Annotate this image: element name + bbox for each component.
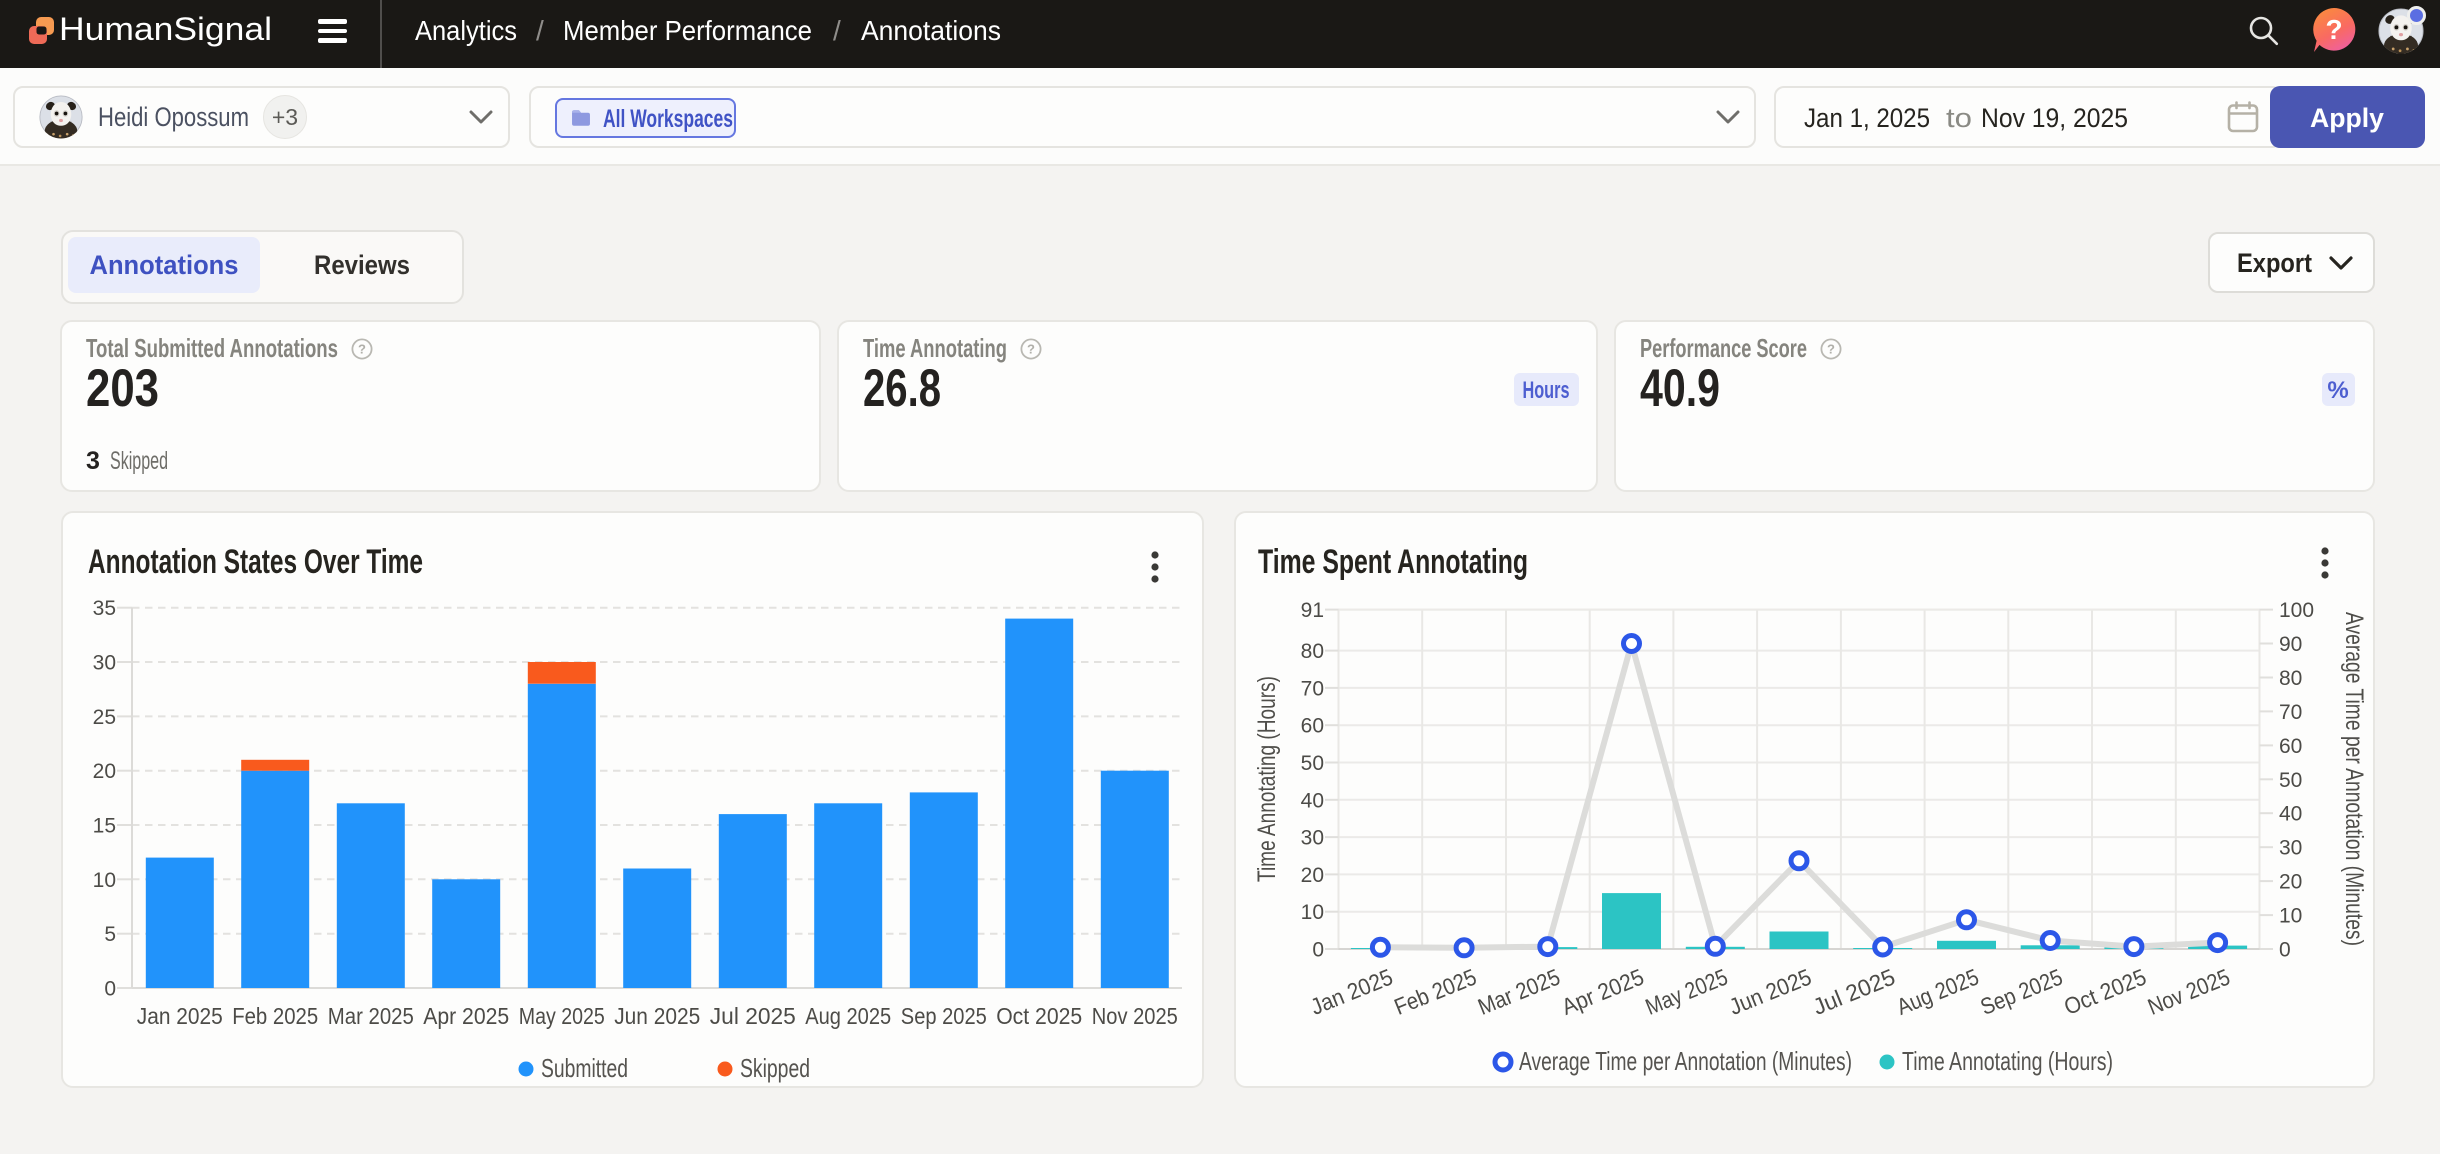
svg-text:All Workspaces: All Workspaces — [603, 105, 733, 133]
svg-text:Hours: Hours — [1523, 377, 1570, 404]
svg-text:Heidi Opossum: Heidi Opossum — [98, 102, 249, 132]
svg-text:HumanSignal: HumanSignal — [59, 11, 272, 47]
svg-text:Member Performance: Member Performance — [563, 15, 812, 46]
svg-text:+3: +3 — [272, 104, 298, 130]
svg-text:Export: Export — [2237, 248, 2312, 278]
svg-text:203: 203 — [86, 359, 159, 418]
svg-text:to: to — [1946, 103, 1972, 133]
svg-text:/: / — [833, 15, 841, 46]
svg-text:Annotations: Annotations — [90, 250, 239, 280]
svg-text:Reviews: Reviews — [314, 250, 410, 280]
svg-text:40.9: 40.9 — [1640, 359, 1720, 418]
svg-text:Apply: Apply — [2310, 103, 2384, 133]
svg-text:26.8: 26.8 — [863, 359, 941, 418]
svg-text:%: % — [2327, 377, 2348, 404]
svg-text:3: 3 — [86, 447, 100, 475]
svg-text:/: / — [536, 15, 544, 46]
svg-text:Nov 19, 2025: Nov 19, 2025 — [1981, 103, 2128, 133]
svg-text:Skipped: Skipped — [110, 447, 168, 475]
svg-text:Jan 1, 2025: Jan 1, 2025 — [1804, 103, 1930, 133]
svg-text:Analytics: Analytics — [415, 15, 517, 46]
svg-text:Annotations: Annotations — [861, 15, 1001, 46]
